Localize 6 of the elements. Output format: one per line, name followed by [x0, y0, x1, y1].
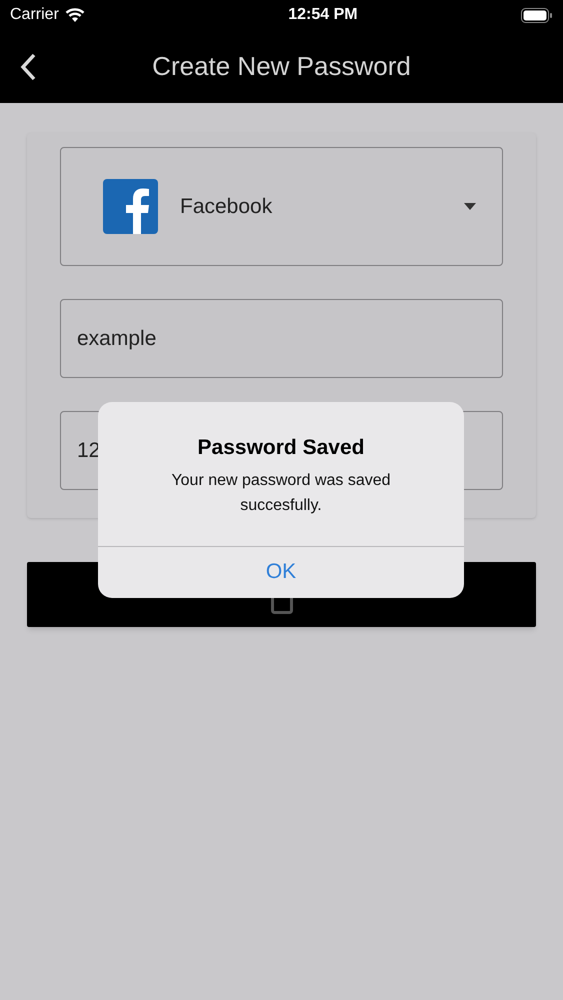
account-name: Facebook [180, 194, 274, 220]
alert-title: Password Saved [198, 435, 364, 461]
alert-message: Your new password was saved succesfully. [170, 470, 392, 516]
carrier-label: Carrier [10, 5, 59, 25]
clock-time: 12:54 PM [288, 5, 358, 25]
screen-title: Create New Password [151, 50, 412, 83]
